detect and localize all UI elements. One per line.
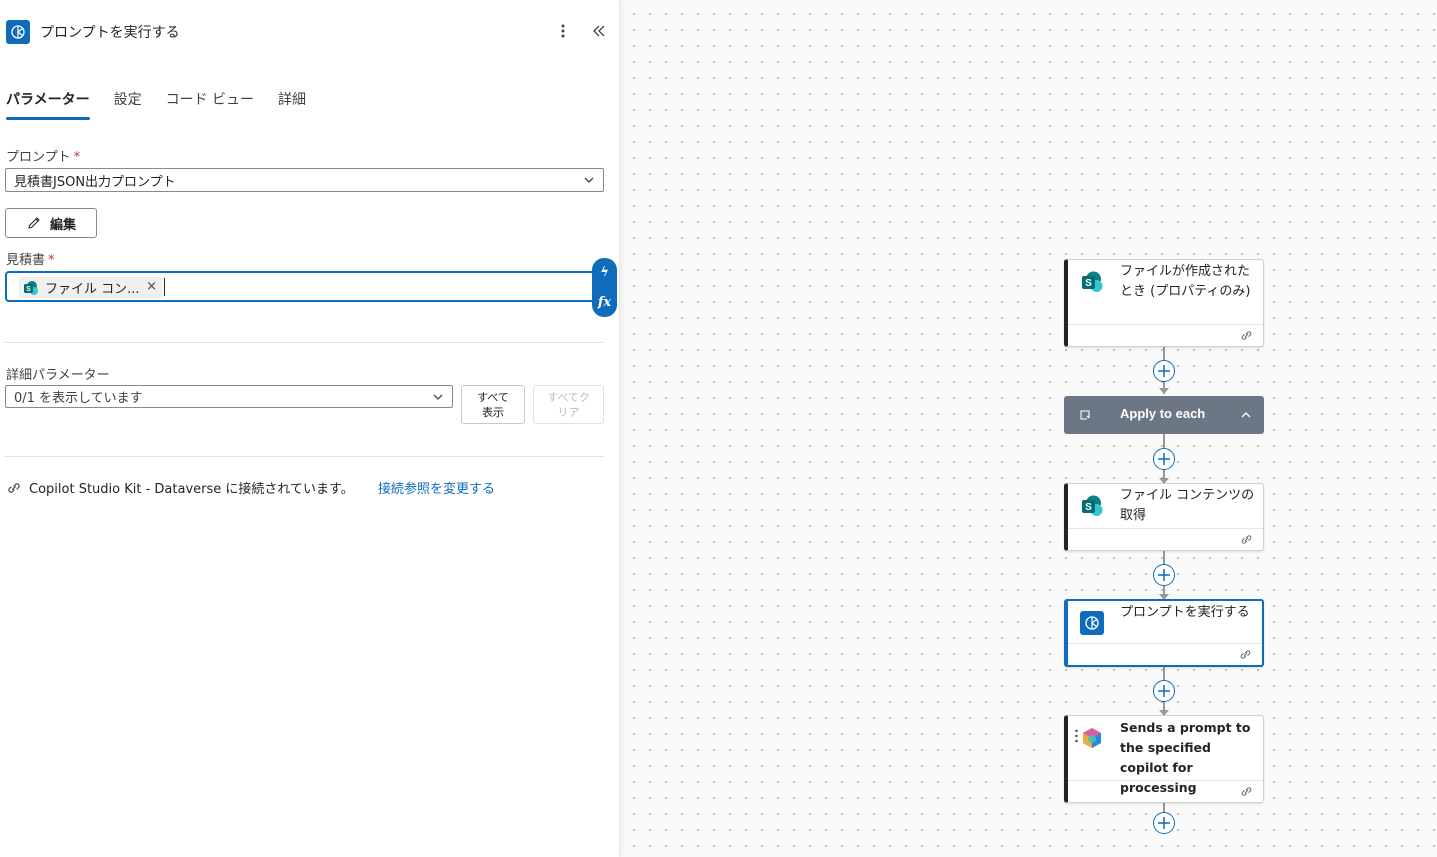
edit-label: 編集 (49, 217, 76, 233)
link-icon (8, 482, 20, 493)
run-prompt-title: プロンプトを実行する (1120, 605, 1250, 620)
link-icon (1241, 535, 1252, 544)
link-icon (1241, 787, 1252, 796)
svg-text:S: S (26, 286, 31, 293)
quote-field-label: 見積書 * (6, 249, 55, 268)
connector-arrow (1159, 388, 1169, 394)
chevron-up-icon[interactable] (1240, 409, 1252, 421)
chevron-down-icon (584, 177, 594, 183)
clear-all-button[interactable]: すべてク リア (533, 385, 604, 424)
connection-text: Copilot Studio Kit - Dataverse に接続されています… (29, 482, 354, 497)
plus-icon (1158, 453, 1170, 465)
add-action-button[interactable] (1153, 360, 1175, 382)
tab-settings[interactable]: 設定 (114, 88, 142, 120)
section-divider (5, 342, 604, 343)
change-connection-link[interactable]: 接続参照を変更する (378, 478, 495, 497)
trigger-card[interactable]: S ファイルが作成されたとき (プロパティのみ) (1064, 259, 1264, 347)
apply-to-each-title: Apply to each (1120, 406, 1206, 421)
send-to-copilot-card[interactable]: Sends a prompt to the specified copilot … (1064, 715, 1264, 803)
ai-builder-icon (1080, 611, 1104, 635)
dynamic-content-lightning-icon[interactable]: ϟ (600, 265, 609, 280)
more-options-icon[interactable] (553, 21, 573, 41)
link-icon (1240, 650, 1251, 659)
show-all-button[interactable]: すべて 表示 (461, 385, 525, 424)
collapse-panel-icon[interactable] (589, 21, 609, 41)
advanced-params-value: 0/1 を表示しています (14, 391, 143, 406)
expression-fx-icon[interactable]: fx (598, 295, 611, 310)
chevron-down-icon (433, 394, 443, 400)
add-action-button[interactable] (1153, 448, 1175, 470)
svg-text:S: S (1085, 502, 1092, 513)
required-mark: * (48, 253, 55, 268)
panel-header: プロンプトを実行する (6, 19, 180, 45)
run-prompt-card[interactable]: プロンプトを実行する (1064, 599, 1264, 667)
plus-icon (1158, 817, 1170, 829)
connection-info: Copilot Studio Kit - Dataverse に接続されています… (6, 478, 354, 497)
advanced-params-select[interactable]: 0/1 を表示しています (5, 385, 453, 408)
card-footer (1068, 324, 1263, 346)
tab-code-view[interactable]: コード ビュー (166, 88, 254, 120)
drag-handle-icon[interactable] (1075, 728, 1078, 744)
apply-to-each-header[interactable]: Apply to each (1064, 396, 1264, 434)
action-details-panel: プロンプトを実行する パラメーター 設定 コード ビュー 詳細 プロンプト * 見… (0, 0, 620, 857)
plus-icon (1158, 685, 1170, 697)
card-footer (1068, 643, 1262, 665)
plus-icon (1158, 569, 1170, 581)
prompt-select-value: 見積書JSON出力プロンプト (14, 174, 176, 190)
panel-title: プロンプトを実行する (40, 25, 180, 41)
add-action-button[interactable] (1153, 564, 1175, 586)
advanced-params-label: 詳細パラメーター (6, 368, 110, 383)
sharepoint-icon: S (24, 280, 38, 295)
remove-token-icon[interactable]: × (146, 279, 157, 294)
plus-icon (1158, 365, 1170, 377)
tab-details[interactable]: 詳細 (278, 88, 306, 120)
svg-text:S: S (1085, 278, 1092, 289)
trigger-title: ファイルが作成されたとき (プロパティのみ) (1120, 264, 1251, 299)
card-footer (1068, 780, 1263, 802)
link-icon (1241, 331, 1252, 340)
card-footer (1068, 528, 1263, 550)
edit-prompt-button[interactable]: 編集 (5, 208, 97, 238)
panel-tabs: パラメーター 設定 コード ビュー 詳細 (6, 88, 330, 122)
prompt-field-label: プロンプト * (6, 146, 80, 165)
sharepoint-icon: S (1082, 495, 1103, 516)
required-mark: * (73, 150, 81, 165)
text-caret (164, 278, 165, 296)
pencil-icon (28, 217, 40, 229)
quote-token-input[interactable]: S ファイル コン... × (5, 271, 595, 302)
prompt-label-text: プロンプト (6, 150, 71, 165)
dynamic-content-token[interactable]: S ファイル コン... × (19, 277, 163, 298)
insert-toolbar: ϟ fx (592, 258, 617, 317)
get-file-content-title: ファイル コンテンツの取得 (1120, 488, 1255, 523)
flow-canvas[interactable] (620, 0, 1437, 857)
prompt-select[interactable]: 見積書JSON出力プロンプト (5, 168, 604, 192)
loop-icon (1080, 410, 1090, 420)
tab-parameters[interactable]: パラメーター (6, 88, 90, 120)
copilot-studio-icon (1083, 728, 1101, 748)
ai-builder-icon (6, 20, 30, 44)
get-file-content-card[interactable]: S ファイル コンテンツの取得 (1064, 483, 1264, 551)
quote-label-text: 見積書 (6, 253, 46, 268)
add-action-button[interactable] (1153, 812, 1175, 834)
token-label: ファイル コン... (45, 282, 140, 297)
add-action-button[interactable] (1153, 680, 1175, 702)
section-divider (5, 456, 604, 457)
sharepoint-icon: S (1082, 271, 1103, 292)
